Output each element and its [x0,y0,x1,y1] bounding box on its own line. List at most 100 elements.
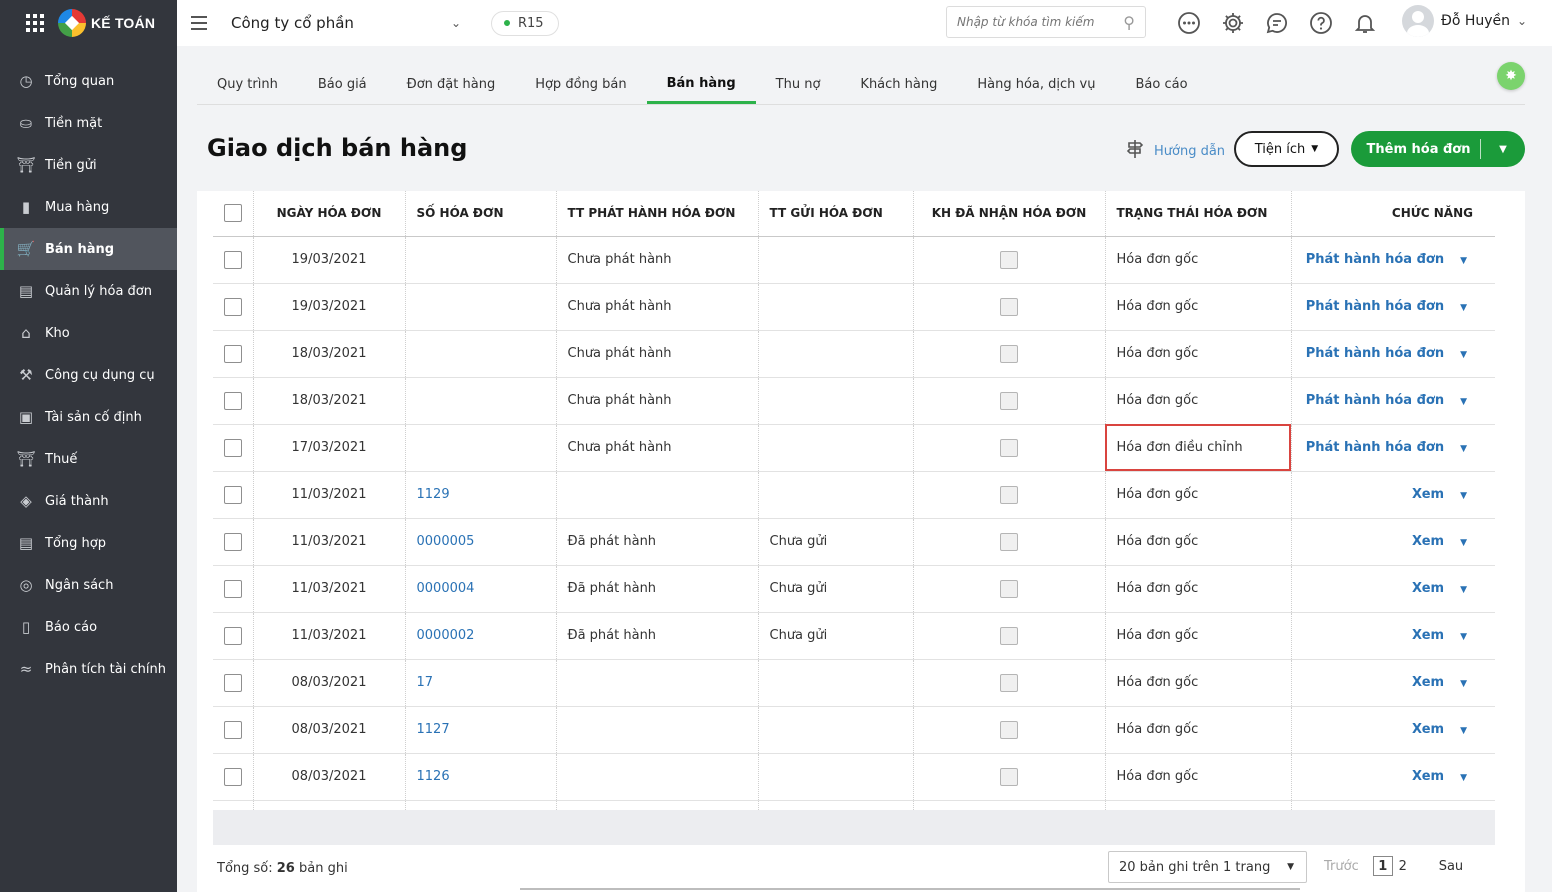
help-icon[interactable] [1306,8,1335,37]
table-row[interactable]: 11/03/2021 0000004 Đã phát hành Chưa gửi Hóa… [213,565,1495,613]
tab-6[interactable]: Khách hàng [840,64,957,104]
menu-icon[interactable] [191,16,207,30]
next-page-button[interactable]: Sau [1439,859,1463,874]
row-checkbox[interactable] [223,297,242,316]
caret-down-icon[interactable]: ▼ [1460,632,1467,642]
caret-down-icon[interactable]: ▼ [1460,538,1467,548]
notification-bell-icon[interactable] [1350,8,1379,37]
select-all-checkbox[interactable] [223,204,242,223]
utilities-button[interactable]: Tiện ích ▼ [1234,131,1339,167]
table-row[interactable]: 19/03/2021 Chưa phát hành Hóa đơn gốc Phát … [213,236,1495,284]
sidebar-item-4[interactable]: 🛒 Bán hàng [0,228,177,270]
sidebar-item-9[interactable]: ⛩ Thuế [0,438,177,480]
row-action-button[interactable]: Xem [1412,487,1444,502]
row-action-button[interactable]: Phát hành hóa đơn [1306,299,1444,314]
table-row[interactable]: 18/03/2021 Chưa phát hành Hóa đơn gốc Phát … [213,330,1495,378]
column-header-issue-status[interactable]: TT PHÁT HÀNH HÓA ĐƠN [556,191,759,237]
row-checkbox[interactable] [223,767,242,786]
more-options-icon[interactable] [1174,8,1203,37]
sidebar-item-8[interactable]: ▣ Tài sản cố định [0,396,177,438]
row-checkbox[interactable] [223,579,242,598]
sidebar-item-0[interactable]: ◷ Tổng quan [0,60,177,102]
caret-down-icon[interactable]: ▼ [1460,726,1467,736]
search-input[interactable] [957,15,1124,29]
caret-down-icon[interactable]: ▼ [1460,679,1467,689]
caret-down-icon[interactable]: ▼ [1460,491,1467,501]
row-checkbox[interactable] [223,532,242,551]
sidebar-item-12[interactable]: ◎ Ngân sách [0,564,177,606]
add-invoice-button[interactable]: Thêm hóa đơn ▼ [1351,131,1525,167]
invoice-number-link[interactable]: 0000005 [417,534,475,549]
column-header-send-status[interactable]: TT GỬI HÓA ĐƠN [758,191,914,237]
table-row[interactable]: 08/03/2021 1126 Hóa đơn gốc Xem ▼ [213,753,1495,801]
invoice-number-link[interactable]: 1126 [417,769,450,784]
sidebar-item-5[interactable]: ▤ Quản lý hóa đơn [0,270,177,312]
row-action-button[interactable]: Phát hành hóa đơn [1306,440,1444,455]
column-header-invoice-status[interactable]: TRẠNG THÁI HÓA ĐƠN [1105,191,1292,237]
row-checkbox[interactable] [223,673,242,692]
user-menu[interactable]: Đỗ Huyền ⌄ [1402,5,1527,37]
tab-2[interactable]: Đơn đặt hàng [387,64,516,104]
tab-8[interactable]: Báo cáo [1115,64,1207,104]
sidebar-item-13[interactable]: ▯ Báo cáo [0,606,177,648]
row-checkbox[interactable] [223,485,242,504]
page-number-button[interactable]: 1 [1372,856,1393,876]
row-checkbox[interactable] [223,438,242,457]
row-action-button[interactable]: Xem [1412,628,1444,643]
sidebar-item-1[interactable]: ⛀ Tiền mặt [0,102,177,144]
sidebar-item-14[interactable]: ≈ Phân tích tài chính [0,648,177,690]
sidebar-item-7[interactable]: ⚒ Công cụ dụng cụ [0,354,177,396]
caret-down-icon[interactable]: ▼ [1460,585,1467,595]
row-checkbox[interactable] [223,626,242,645]
app-logo[interactable]: KẾ TOÁN [58,9,155,37]
guide-link[interactable]: Hướng dẫn [1124,138,1225,165]
search-box[interactable]: ⚲ [946,6,1146,38]
apps-grid-icon[interactable] [26,14,44,32]
tab-3[interactable]: Hợp đồng bán [515,64,646,104]
release-badge[interactable]: R15 [491,10,559,36]
row-action-button[interactable]: Xem [1412,769,1444,784]
row-action-button[interactable]: Xem [1412,581,1444,596]
table-row[interactable]: 19/03/2021 Chưa phát hành Hóa đơn gốc Phát … [213,283,1495,331]
row-checkbox[interactable] [223,344,242,363]
row-action-button[interactable]: Xem [1412,534,1444,549]
table-row[interactable]: 11/03/2021 0000002 Đã phát hành Chưa gửi Hóa… [213,612,1495,660]
sidebar-item-10[interactable]: ◈ Giá thành [0,480,177,522]
lightbulb-icon[interactable]: ✸ [1497,62,1525,90]
search-icon[interactable]: ⚲ [1123,13,1135,32]
invoice-number-link[interactable]: 1127 [417,722,450,737]
horizontal-scrollbar[interactable] [520,888,1300,890]
sidebar-item-2[interactable]: ⛩ Tiền gửi [0,144,177,186]
column-header-date[interactable]: NGÀY HÓA ĐƠN [253,191,406,237]
tab-1[interactable]: Báo giá [298,64,387,104]
row-action-button[interactable]: Xem [1412,675,1444,690]
sidebar-item-3[interactable]: ▮ Mua hàng [0,186,177,228]
invoice-number-link[interactable]: 1129 [417,487,450,502]
row-checkbox[interactable] [223,391,242,410]
page-size-select[interactable]: 20 bản ghi trên 1 trang ▼ [1108,851,1307,883]
row-action-button[interactable]: Phát hành hóa đơn [1306,346,1444,361]
company-selector[interactable]: Công ty cổ phần ⌄ [231,14,461,32]
row-action-button[interactable]: Xem [1412,722,1444,737]
caret-down-icon[interactable]: ▼ [1460,397,1467,407]
tab-7[interactable]: Hàng hóa, dịch vụ [957,64,1115,104]
tab-4[interactable]: Bán hàng [646,64,756,104]
table-row[interactable]: 11/03/2021 1129 Hóa đơn gốc Xem ▼ [213,471,1495,519]
caret-down-icon[interactable]: ▼ [1460,444,1467,454]
caret-down-icon[interactable]: ▼ [1460,303,1467,313]
page-number-button[interactable]: 2 [1393,856,1413,876]
caret-down-icon[interactable]: ▼ [1460,256,1467,266]
row-action-button[interactable]: Phát hành hóa đơn [1306,393,1444,408]
chat-icon[interactable] [1262,8,1291,37]
column-header-received[interactable]: KH ĐÃ NHẬN HÓA ĐƠN [913,191,1106,237]
tab-0[interactable]: Quy trình [197,64,298,104]
row-action-button[interactable]: Phát hành hóa đơn [1306,252,1444,267]
caret-down-icon[interactable]: ▼ [1460,773,1467,783]
invoice-number-link[interactable]: 0000004 [417,581,475,596]
table-row[interactable]: 08/03/2021 17 Hóa đơn gốc Xem ▼ [213,659,1495,707]
table-row[interactable]: 11/03/2021 0000005 Đã phát hành Chưa gửi Hóa… [213,518,1495,566]
sidebar-item-11[interactable]: ▤ Tổng hợp [0,522,177,564]
invoice-number-link[interactable]: 0000002 [417,628,475,643]
table-row[interactable]: 18/03/2021 Chưa phát hành Hóa đơn gốc Phát … [213,377,1495,425]
table-row[interactable]: 17/03/2021 Chưa phát hành Hóa đơn điều chỉ… [213,424,1495,472]
